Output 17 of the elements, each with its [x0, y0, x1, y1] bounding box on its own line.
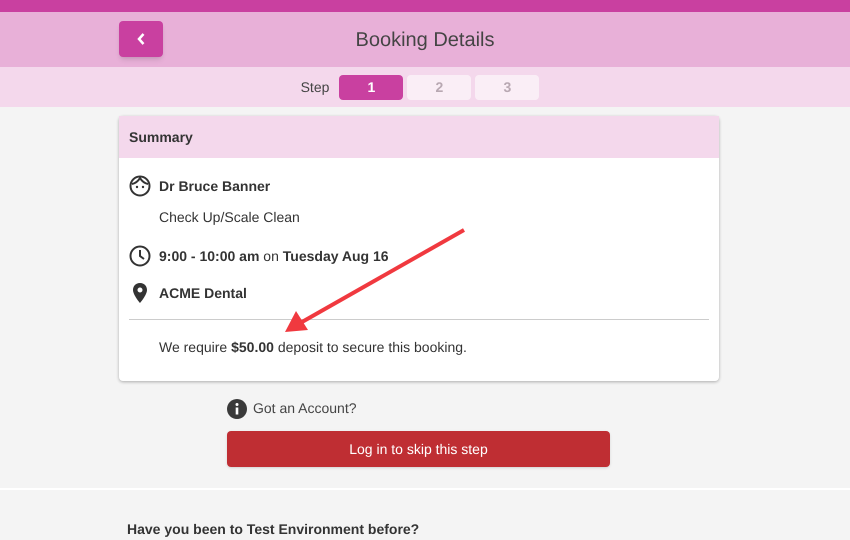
account-prompt: Got an Account?: [253, 399, 357, 418]
summary-text: Dr Bruce Banner: [159, 176, 270, 196]
deposit-text: We require $50.00 deposit to secure this booking.: [159, 339, 467, 355]
clock-icon: [129, 245, 151, 267]
summary-text: 9:00 - 10:00 am on Tuesday Aug 16: [159, 246, 389, 266]
face-icon: [129, 175, 151, 197]
question-text: Have you been to Test Environment before?: [127, 521, 420, 537]
chevron-left-icon: [136, 32, 146, 46]
summary-text: ACME Dental: [159, 284, 247, 302]
step-label: Step: [300, 78, 330, 97]
card-title: Summary: [129, 128, 193, 147]
service-text: Check Up/Scale Clean: [159, 209, 300, 225]
step-tab[interactable]: 1: [339, 74, 404, 100]
back-button[interactable]: [119, 21, 163, 57]
login-button[interactable]: Log in to skip this step: [227, 431, 610, 467]
page-title: Booking Details: [356, 28, 494, 52]
info-icon: [227, 398, 247, 418]
